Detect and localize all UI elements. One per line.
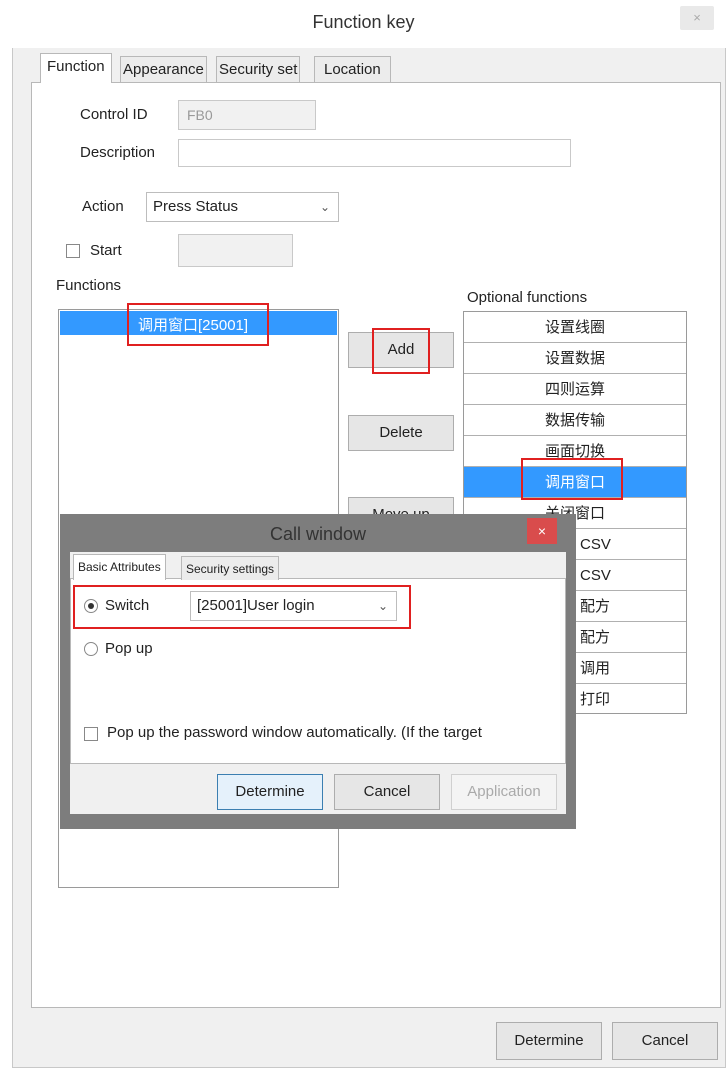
tab-security-set[interactable]: Security set xyxy=(216,56,301,82)
footer-cancel-button[interactable]: Cancel xyxy=(612,1022,718,1060)
list-item[interactable]: 数据传输 xyxy=(464,405,686,436)
call-window-title: Call window xyxy=(269,524,367,544)
switch-label: Switch xyxy=(105,597,150,614)
tab-appearance[interactable]: Appearance xyxy=(120,56,207,82)
close-icon[interactable]: × xyxy=(527,518,557,544)
switch-target-value: [25001]User login xyxy=(197,597,315,614)
control-id-field: FB0 xyxy=(178,100,316,130)
list-item-label: 调用窗口[25001] xyxy=(138,317,249,334)
description-field[interactable] xyxy=(178,139,571,167)
list-item[interactable]: 调用窗口 xyxy=(464,467,686,498)
switch-radio[interactable] xyxy=(84,599,98,613)
action-label: Action xyxy=(82,198,124,215)
close-icon[interactable]: × xyxy=(680,6,714,30)
chevron-down-icon: ⌄ xyxy=(319,200,330,214)
functions-label: Functions xyxy=(56,277,122,294)
action-select-value: Press Status xyxy=(153,198,239,215)
list-item[interactable]: 四则运算 xyxy=(464,374,686,405)
tab-location[interactable]: Location xyxy=(314,56,391,82)
cancel-button[interactable]: Cancel xyxy=(334,774,440,810)
application-button: Application xyxy=(451,774,557,810)
list-item[interactable]: 画面切换 xyxy=(464,436,686,467)
password-popup-label: Pop up the password window automatically… xyxy=(107,724,482,741)
start-checkbox[interactable] xyxy=(66,244,80,258)
control-id-label: Control ID xyxy=(80,106,148,123)
chevron-down-icon: ⌄ xyxy=(377,599,388,613)
tab-basic-attributes[interactable]: Basic Attributes xyxy=(73,554,166,580)
popup-radio[interactable] xyxy=(84,642,98,656)
footer-determine-button[interactable]: Determine xyxy=(496,1022,602,1060)
action-select[interactable]: Press Status ⌄ xyxy=(146,192,339,222)
optional-functions-label: Optional functions xyxy=(467,289,588,306)
delete-button[interactable]: Delete xyxy=(348,415,454,451)
tab-security-settings[interactable]: Security settings xyxy=(181,556,280,580)
start-value-field xyxy=(178,234,293,267)
popup-label: Pop up xyxy=(105,640,153,657)
list-item[interactable]: 调用窗口[25001] xyxy=(60,311,337,335)
list-item[interactable]: 设置线圈 xyxy=(464,312,686,343)
description-label: Description xyxy=(80,144,156,161)
window-title: Function key xyxy=(312,12,415,32)
tab-function[interactable]: Function xyxy=(40,53,112,83)
determine-button[interactable]: Determine xyxy=(217,774,323,810)
password-popup-checkbox[interactable] xyxy=(84,727,98,741)
add-button[interactable]: Add xyxy=(348,332,454,368)
list-item[interactable]: 设置数据 xyxy=(464,343,686,374)
switch-target-select[interactable]: [25001]User login ⌄ xyxy=(190,591,397,621)
start-label: Start xyxy=(90,242,122,259)
